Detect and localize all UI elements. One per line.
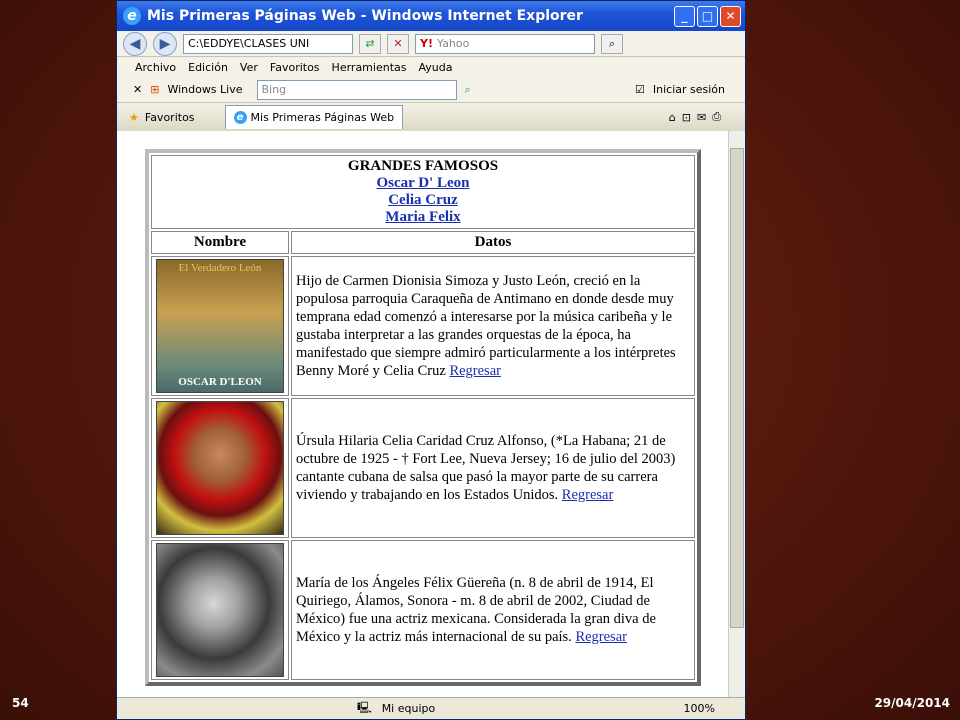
browser-window: e Mis Primeras Páginas Web - Windows Int… xyxy=(116,0,746,720)
web-page: GRANDES FAMOSOS Oscar D' Leon Celia Cruz… xyxy=(145,149,701,686)
link-celia-cruz[interactable]: Celia Cruz xyxy=(388,192,458,208)
signin-link[interactable]: Iniciar sesión xyxy=(653,83,725,96)
close-toolbar-icon[interactable]: ✕ xyxy=(133,83,142,96)
photo-banner: El Verdadero León xyxy=(178,262,262,274)
title-bar: e Mis Primeras Páginas Web - Windows Int… xyxy=(117,1,745,31)
bing-search-icon[interactable]: ⌕ xyxy=(465,83,471,97)
regresar-link[interactable]: Regresar xyxy=(562,487,614,503)
tab-current[interactable]: e Mis Primeras Páginas Web xyxy=(224,105,404,129)
oscar-dleon-photo: El Verdadero León OSCAR D'LEON xyxy=(156,259,284,393)
table-row: Úrsula Hilaria Celia Caridad Cruz Alfons… xyxy=(151,398,695,538)
refresh-button[interactable]: ⇄ xyxy=(359,33,381,54)
search-input[interactable]: Y! Yahoo xyxy=(415,33,595,54)
photo-cell: El Verdadero León OSCAR D'LEON xyxy=(151,256,289,396)
celia-cruz-photo xyxy=(156,401,284,535)
bio-cell: Úrsula Hilaria Celia Caridad Cruz Alfons… xyxy=(291,398,695,538)
maria-felix-photo xyxy=(156,543,284,677)
page-heading: GRANDES FAMOSOS xyxy=(347,158,499,174)
menu-bar: Archivo Edición Ver Favoritos Herramient… xyxy=(117,57,745,77)
bing-placeholder: Bing xyxy=(261,83,287,96)
scrollbar-thumb[interactable] xyxy=(730,148,744,628)
ie-logo-icon: e xyxy=(123,7,141,25)
search-placeholder: Yahoo xyxy=(436,37,470,50)
vertical-scrollbar[interactable] xyxy=(728,131,745,697)
link-maria-felix[interactable]: Maria Felix xyxy=(385,209,460,225)
back-button[interactable]: ◀ xyxy=(123,31,147,56)
status-bar: 🖳 Mi equipo 100% xyxy=(117,697,745,719)
zoom-level[interactable]: 100% xyxy=(684,702,715,715)
col-header-nombre: Nombre xyxy=(151,231,289,254)
forward-button[interactable]: ▶ xyxy=(153,31,177,56)
address-bar: ◀ ▶ C:\EDDYE\CLASES UNI ⇄ ✕ Y! Yahoo ⌕ xyxy=(117,31,745,57)
close-button[interactable]: ✕ xyxy=(720,5,741,27)
page-viewport: GRANDES FAMOSOS Oscar D' Leon Celia Cruz… xyxy=(117,131,745,697)
signin-icon: ☑ xyxy=(635,83,645,96)
search-provider-icon: Y! xyxy=(420,37,433,50)
menu-herramientas[interactable]: Herramientas xyxy=(332,61,407,74)
windows-live-toolbar: ✕ ⊞ Windows Live Bing ⌕ ☑ Iniciar sesión xyxy=(117,77,745,103)
search-icon[interactable]: ⌕ xyxy=(601,33,623,54)
link-oscar-dleon[interactable]: Oscar D' Leon xyxy=(376,175,469,191)
windows-live-label[interactable]: Windows Live xyxy=(167,83,242,96)
bing-search-input[interactable]: Bing xyxy=(256,79,457,100)
menu-ver[interactable]: Ver xyxy=(240,61,258,74)
bio-cell: Hijo de Carmen Dionisia Simoza y Justo L… xyxy=(291,256,695,396)
address-input[interactable]: C:\EDDYE\CLASES UNI xyxy=(183,33,353,54)
print-icon[interactable]: ⎙ xyxy=(712,110,721,124)
regresar-link[interactable]: Regresar xyxy=(449,363,501,379)
slide-date: 29/04/2014 xyxy=(874,696,950,710)
favorites-star-icon: ★ xyxy=(129,110,139,124)
photo-cell xyxy=(151,540,289,680)
photo-caption: OSCAR D'LEON xyxy=(178,376,262,388)
bio-cell: María de los Ángeles Félix Güereña (n. 8… xyxy=(291,540,695,680)
photo-cell xyxy=(151,398,289,538)
stop-button[interactable]: ✕ xyxy=(387,33,409,54)
maximize-button[interactable]: □ xyxy=(697,5,718,27)
regresar-link[interactable]: Regresar xyxy=(575,629,627,645)
page-header-cell: GRANDES FAMOSOS Oscar D' Leon Celia Cruz… xyxy=(151,155,695,229)
tab-title: Mis Primeras Páginas Web xyxy=(250,111,395,124)
menu-favoritos[interactable]: Favoritos xyxy=(270,61,320,74)
bio-text: Úrsula Hilaria Celia Caridad Cruz Alfons… xyxy=(296,433,676,503)
url-text: C:\EDDYE\CLASES UNI xyxy=(188,37,310,50)
minimize-button[interactable]: _ xyxy=(674,5,695,27)
table-row: María de los Ángeles Félix Güereña (n. 8… xyxy=(151,540,695,680)
home-icon[interactable]: ⌂ xyxy=(669,111,676,124)
feeds-icon[interactable]: ⊡ xyxy=(682,111,691,124)
col-header-datos: Datos xyxy=(291,231,695,254)
computer-icon: 🖳 xyxy=(357,701,372,714)
favorites-bar: ★ Favoritos e Mis Primeras Páginas Web ⌂… xyxy=(117,103,745,131)
tab-ie-icon: e xyxy=(233,111,247,124)
slide-number: 54 xyxy=(12,696,29,710)
table-row: El Verdadero León OSCAR D'LEON Hijo de C… xyxy=(151,256,695,396)
window-title: Mis Primeras Páginas Web - Windows Inter… xyxy=(147,8,583,24)
menu-archivo[interactable]: Archivo xyxy=(135,61,176,74)
menu-ayuda[interactable]: Ayuda xyxy=(418,61,452,74)
status-zone: Mi equipo xyxy=(381,702,436,715)
mail-icon[interactable]: ✉ xyxy=(697,111,706,124)
windows-logo-icon: ⊞ xyxy=(150,83,160,96)
favorites-button[interactable]: Favoritos xyxy=(145,111,195,124)
menu-edicion[interactable]: Edición xyxy=(188,61,228,74)
